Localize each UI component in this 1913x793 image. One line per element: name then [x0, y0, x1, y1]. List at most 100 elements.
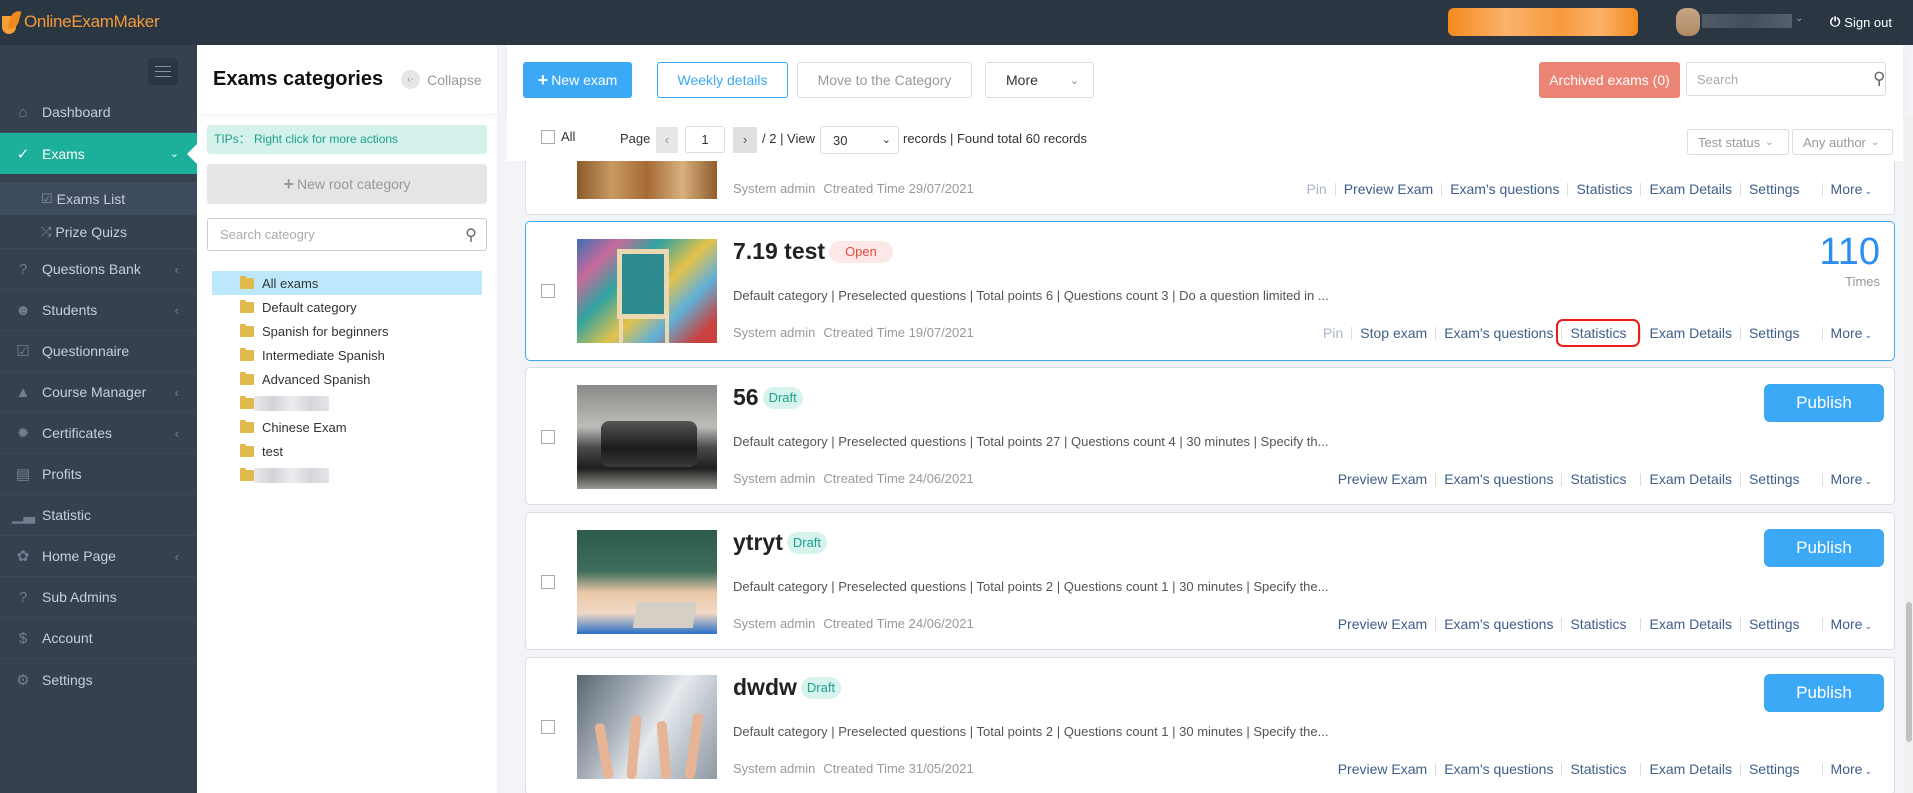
exam-card[interactable]: 56 Draft Default category | Preselected …: [525, 367, 1895, 505]
exam-details-link[interactable]: Exam Details: [1641, 181, 1739, 197]
category-item[interactable]: Spanish for beginners: [212, 319, 482, 343]
sidebar-item-certificates[interactable]: ✹ Certificates ‹: [0, 413, 197, 454]
exam-checkbox[interactable]: [541, 720, 555, 734]
settings-link[interactable]: Settings: [1741, 181, 1808, 197]
preview-exam-link[interactable]: Preview Exam: [1330, 761, 1435, 777]
collapse-button[interactable]: ‹· Collapse: [401, 70, 482, 89]
exam-details-link[interactable]: Exam Details: [1641, 616, 1739, 632]
sidebar-item-questions-bank[interactable]: ? Questions Bank ‹: [0, 249, 197, 290]
exam-checkbox[interactable]: [541, 284, 555, 298]
pin-link[interactable]: Pin: [1298, 181, 1334, 197]
statistics-link[interactable]: Statistics: [1568, 181, 1640, 197]
exam-search-input[interactable]: [1687, 71, 1873, 87]
statistics-link[interactable]: Statistics: [1562, 761, 1634, 777]
sidebar-item-settings[interactable]: ⚙ Settings: [0, 659, 197, 700]
publish-button[interactable]: Publish: [1764, 529, 1884, 567]
exam-checkbox[interactable]: [541, 430, 555, 444]
chevron-down-icon[interactable]: ⌄: [1795, 13, 1803, 24]
sidebar-item-questionnaire[interactable]: ☑ Questionnaire: [0, 331, 197, 372]
pin-link[interactable]: Pin: [1315, 325, 1351, 341]
new-exam-button[interactable]: + New exam: [523, 62, 632, 98]
search-icon[interactable]: ⚲: [456, 225, 486, 245]
sidebar-item-profits[interactable]: ▤ Profits: [0, 454, 197, 495]
sidebar-item-account[interactable]: $ Account: [0, 618, 197, 659]
category-search-input[interactable]: [208, 227, 456, 242]
sign-out-button[interactable]: ⏻ Sign out: [1830, 14, 1892, 30]
exam-checkbox[interactable]: [541, 575, 555, 589]
preview-exam-link[interactable]: Preview Exam: [1330, 616, 1435, 632]
prev-page-button[interactable]: ‹: [656, 127, 678, 153]
next-page-button[interactable]: ›: [733, 127, 757, 153]
exam-card[interactable]: 7.19 test Open Default category | Presel…: [525, 221, 1895, 361]
new-root-category-button[interactable]: + New root category: [207, 164, 487, 204]
exam-details-link[interactable]: Exam Details: [1641, 471, 1739, 487]
more-actions-dropdown[interactable]: More ⌄: [1823, 181, 1880, 197]
statistics-link[interactable]: Statistics: [1562, 471, 1634, 487]
sidebar-subitem-exams-list[interactable]: ☑ Exams List: [0, 182, 197, 215]
category-item-all-exams[interactable]: All exams: [212, 271, 482, 295]
exam-card[interactable]: System admin Ctreated Time 29/07/2021 Pin…: [525, 161, 1895, 215]
category-item[interactable]: Advanced Spanish: [212, 367, 482, 391]
exam-card[interactable]: ytryt Draft Default category | Preselect…: [525, 512, 1895, 650]
more-actions-dropdown[interactable]: More ⌄: [1823, 616, 1880, 632]
move-to-category-button[interactable]: Move to the Category: [797, 62, 972, 98]
exam-details-link[interactable]: Exam Details: [1641, 761, 1739, 777]
exam-title[interactable]: ytryt: [733, 529, 783, 556]
sidebar-item-statistic[interactable]: ▁▃ Statistic: [0, 495, 197, 536]
sidebar-item-sub-admins[interactable]: ? Sub Admins: [0, 577, 197, 618]
exam-questions-link[interactable]: Exam's questions: [1436, 616, 1561, 632]
preview-exam-link[interactable]: Preview Exam: [1336, 181, 1441, 197]
exam-title[interactable]: 7.19 test: [733, 238, 825, 265]
category-item[interactable]: Default category: [212, 295, 482, 319]
exam-thumbnail[interactable]: [577, 239, 717, 343]
exam-thumbnail[interactable]: [577, 530, 717, 634]
avatar[interactable]: [1676, 8, 1700, 36]
publish-button[interactable]: Publish: [1764, 384, 1884, 422]
page-scrollbar[interactable]: [1905, 115, 1913, 793]
exam-questions-link[interactable]: Exam's questions: [1436, 325, 1561, 341]
more-actions-dropdown[interactable]: More ⌄: [1823, 325, 1880, 341]
archived-exams-button[interactable]: Archived exams (0): [1539, 62, 1680, 98]
exam-questions-link[interactable]: Exam's questions: [1436, 471, 1561, 487]
stop-exam-link[interactable]: Stop exam: [1352, 325, 1435, 341]
sidebar-item-students[interactable]: ☻ Students ‹: [0, 290, 197, 331]
statistics-link[interactable]: Statistics: [1556, 319, 1641, 347]
more-actions-dropdown[interactable]: More ⌄: [1823, 761, 1880, 777]
redacted-username[interactable]: [1702, 14, 1792, 28]
exam-thumbnail[interactable]: [577, 385, 717, 489]
sidebar-subitem-prize-quizs[interactable]: ⤮ Prize Quizs: [0, 215, 197, 248]
more-dropdown[interactable]: More ⌄: [985, 62, 1094, 98]
publish-button[interactable]: Publish: [1764, 674, 1884, 712]
category-item-redacted[interactable]: [212, 463, 482, 487]
more-actions-dropdown[interactable]: More ⌄: [1823, 471, 1880, 487]
per-page-select[interactable]: 30 ⌄: [820, 126, 899, 154]
sidebar-item-exams[interactable]: ✓ Exams ⌄: [0, 133, 197, 174]
test-status-filter[interactable]: Test status ⌄: [1687, 129, 1789, 155]
select-all-checkbox[interactable]: [541, 130, 555, 144]
logo[interactable]: OnlineExamMaker: [2, 9, 160, 35]
settings-link[interactable]: Settings: [1741, 616, 1808, 632]
exam-thumbnail[interactable]: [577, 675, 717, 780]
sidebar-item-course-manager[interactable]: ▲ Course Manager ‹: [0, 372, 197, 413]
search-icon[interactable]: ⚲: [1873, 69, 1885, 89]
author-filter[interactable]: Any author ⌄: [1792, 129, 1893, 155]
exam-questions-link[interactable]: Exam's questions: [1436, 761, 1561, 777]
exam-questions-link[interactable]: Exam's questions: [1442, 181, 1567, 197]
scrollbar-thumb[interactable]: [1906, 602, 1912, 742]
page-number-input[interactable]: [685, 126, 725, 153]
settings-link[interactable]: Settings: [1741, 761, 1808, 777]
category-item[interactable]: Chinese Exam: [212, 415, 482, 439]
settings-link[interactable]: Settings: [1741, 325, 1808, 341]
preview-exam-link[interactable]: Preview Exam: [1330, 471, 1435, 487]
sidebar-item-dashboard[interactable]: ⌂ Dashboard: [0, 92, 197, 133]
exam-title[interactable]: 56: [733, 384, 759, 411]
exam-details-link[interactable]: Exam Details: [1641, 325, 1739, 341]
statistics-link[interactable]: Statistics: [1562, 616, 1634, 632]
weekly-details-button[interactable]: Weekly details: [657, 62, 788, 98]
sidebar-item-home-page[interactable]: ✿ Home Page ‹: [0, 536, 197, 577]
exam-title[interactable]: dwdw: [733, 674, 797, 701]
category-item[interactable]: test: [212, 439, 482, 463]
menu-toggle-icon[interactable]: [148, 58, 178, 85]
category-item-redacted[interactable]: [212, 391, 482, 415]
exam-thumbnail[interactable]: [577, 161, 717, 199]
